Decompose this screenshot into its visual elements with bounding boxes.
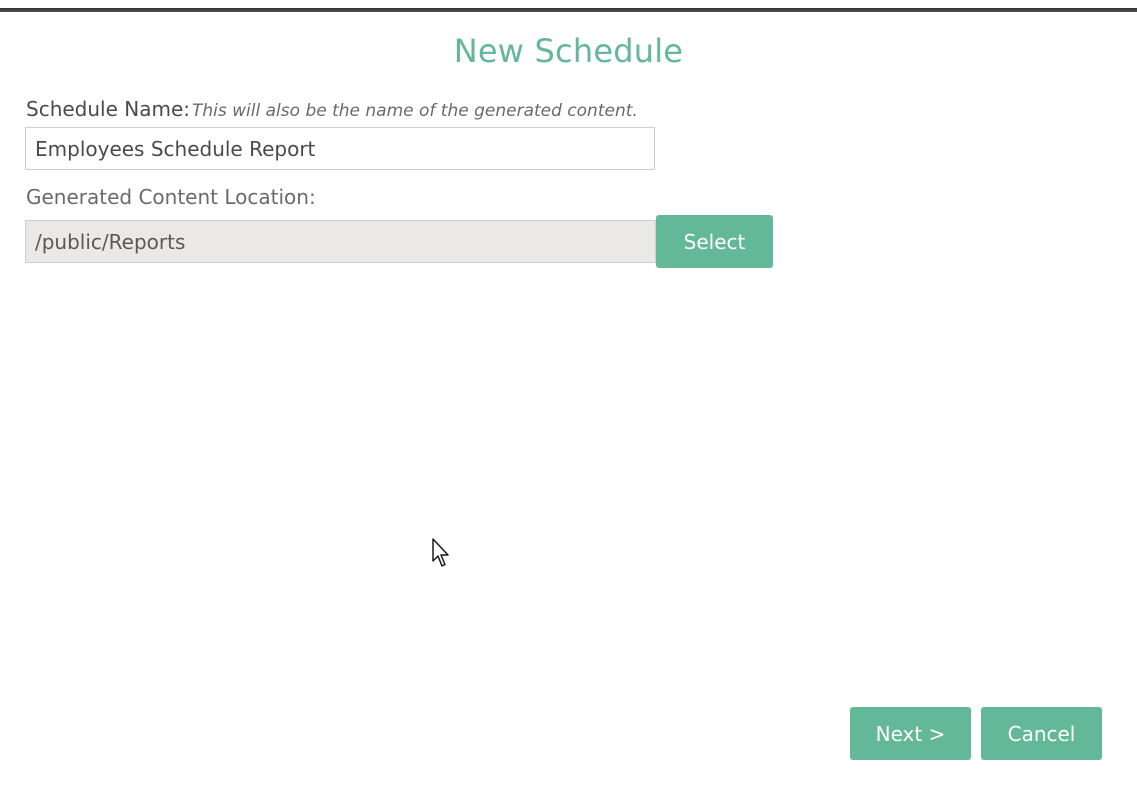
- content-location-label: Generated Content Location:: [26, 185, 316, 209]
- schedule-name-input[interactable]: [25, 127, 655, 170]
- top-border: [0, 0, 1137, 12]
- mouse-pointer-icon: [432, 538, 449, 567]
- select-location-button[interactable]: Select: [656, 215, 773, 268]
- content-location-input[interactable]: [25, 220, 656, 263]
- schedule-name-hint: This will also be the name of the genera…: [192, 101, 638, 121]
- next-button[interactable]: Next >: [850, 707, 971, 760]
- schedule-name-label: Schedule Name:: [26, 97, 191, 121]
- schedule-name-label-row: Schedule Name: This will also be the name…: [26, 97, 638, 121]
- dialog-title: New Schedule: [453, 32, 684, 70]
- top-border-bar: [0, 8, 1137, 12]
- new-schedule-dialog: New Schedule Schedule Name: This will als…: [0, 0, 1137, 789]
- cancel-button[interactable]: Cancel: [981, 707, 1102, 760]
